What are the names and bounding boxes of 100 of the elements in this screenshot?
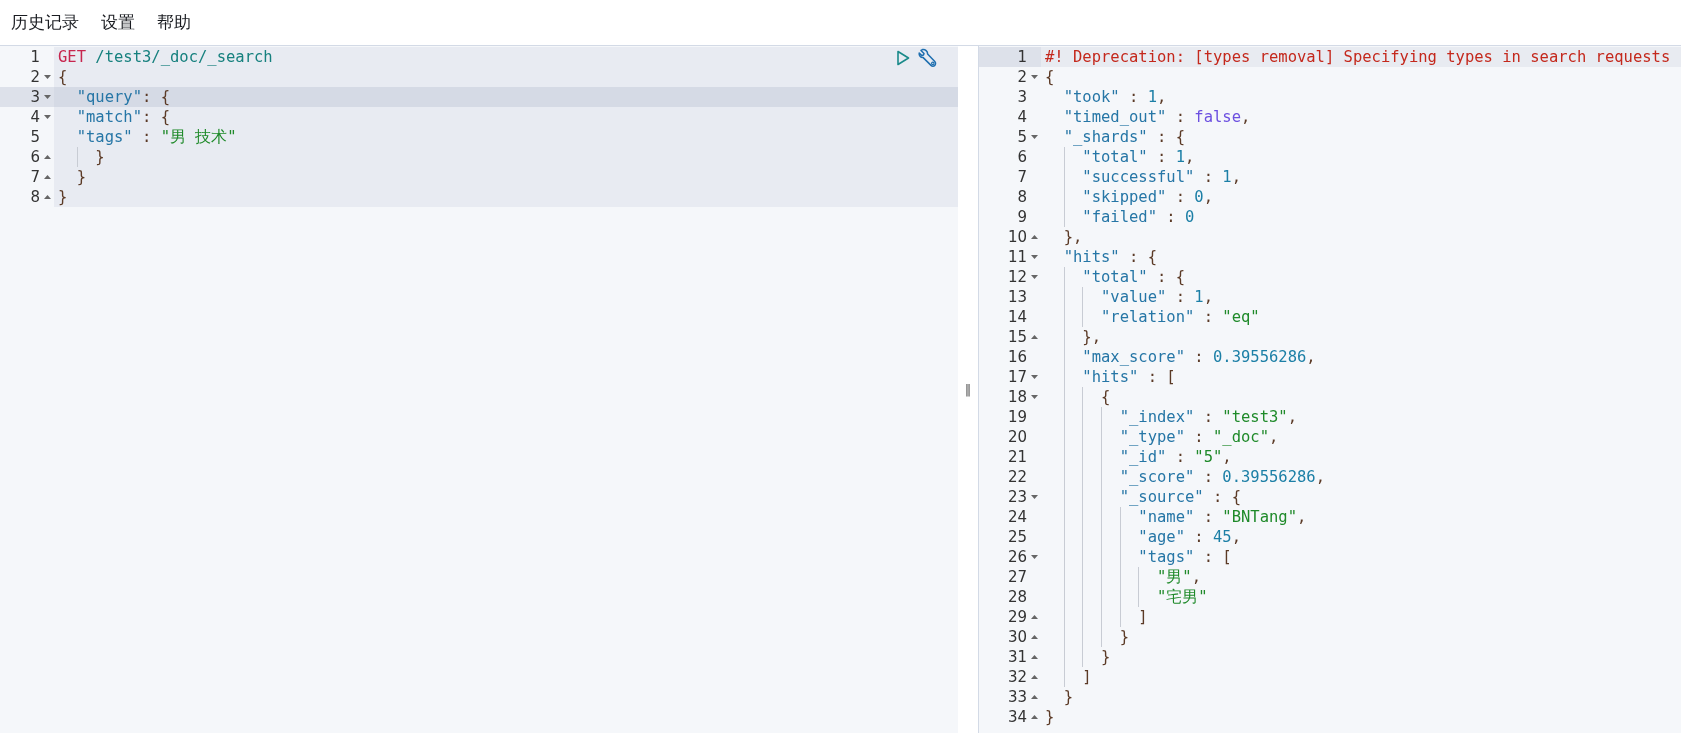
- code-line: },: [1062, 228, 1083, 246]
- code-line: "total" : 1,: [1081, 148, 1195, 166]
- line-number: 1: [30, 47, 40, 67]
- code-line: "_score" : 0.39556286,: [1118, 468, 1325, 486]
- line-number: 7: [30, 167, 40, 187]
- code-line: {: [58, 68, 68, 86]
- code-line: "_type" : "_doc",: [1118, 428, 1279, 446]
- line-number: 9: [1017, 207, 1027, 227]
- line-number: 17: [1007, 367, 1027, 387]
- line-number: 1: [1017, 47, 1027, 67]
- fold-icon[interactable]: [1030, 555, 1038, 559]
- line-number: 25: [1007, 527, 1027, 547]
- line-number: 32: [1007, 667, 1027, 687]
- code-line: "age" : 45,: [1137, 528, 1241, 546]
- line-number: 3: [1017, 87, 1027, 107]
- line-number: 14: [1007, 307, 1027, 327]
- fold-icon[interactable]: [1030, 275, 1038, 279]
- line-number: 13: [1007, 287, 1027, 307]
- code-line: "tags" : [: [1137, 548, 1232, 566]
- fold-icon[interactable]: [43, 155, 51, 159]
- code-line: GET /test3/_doc/_search: [58, 48, 273, 66]
- fold-icon[interactable]: [1030, 675, 1038, 679]
- code-line: }: [58, 188, 68, 206]
- line-number: 18: [1007, 387, 1027, 407]
- wrench-icon[interactable]: [918, 48, 938, 68]
- code-line: }: [1100, 648, 1111, 666]
- code-line: }: [1062, 688, 1073, 706]
- fold-icon[interactable]: [1030, 75, 1038, 79]
- code-line: "value" : 1,: [1100, 288, 1213, 306]
- code-line: "total" : {: [1081, 268, 1185, 286]
- fold-icon[interactable]: [1030, 255, 1038, 259]
- line-number: 11: [1007, 247, 1027, 267]
- code-line: "name" : "BNTang",: [1137, 508, 1307, 526]
- fold-icon[interactable]: [43, 175, 51, 179]
- code-line: "failed" : 0: [1081, 208, 1195, 226]
- code-line: "_id" : "5",: [1118, 448, 1232, 466]
- code-line: "_shards" : {: [1062, 128, 1185, 146]
- line-number: 4: [30, 107, 40, 127]
- code-line: "tags" : "男 技术": [75, 128, 237, 146]
- code-line: "skipped" : 0,: [1081, 188, 1213, 206]
- code-line: {: [1045, 68, 1055, 86]
- line-number: 3: [30, 87, 40, 107]
- code-line: "男",: [1155, 568, 1201, 586]
- fold-icon[interactable]: [1030, 635, 1038, 639]
- code-line: ]: [1081, 668, 1092, 686]
- play-icon[interactable]: [896, 50, 910, 66]
- line-number: 27: [1007, 567, 1027, 587]
- menu-item[interactable]: 设置: [101, 11, 135, 34]
- line-number: 20: [1007, 427, 1027, 447]
- fold-icon[interactable]: [1030, 395, 1038, 399]
- code-line: }: [75, 168, 86, 186]
- fold-icon[interactable]: [1030, 235, 1038, 239]
- request-editor[interactable]: 1 GET /test3/_doc/_search 2 { 3 "query": { 4 "match": { 5 "tags" : "男 技术" 6 } 7 } 8 }: [0, 46, 958, 733]
- code-line: "max_score" : 0.39556286,: [1081, 348, 1316, 366]
- line-number: 33: [1007, 687, 1027, 707]
- code-line: }: [94, 148, 105, 166]
- menu-item[interactable]: 历史记录: [11, 11, 79, 34]
- line-number: 22: [1007, 467, 1027, 487]
- code-line: "match": {: [75, 108, 170, 126]
- code-line: "_source" : {: [1118, 488, 1241, 506]
- code-line: "_index" : "test3",: [1118, 408, 1297, 426]
- line-number: 21: [1007, 447, 1027, 467]
- fold-icon[interactable]: [1030, 335, 1038, 339]
- line-number: 2: [1017, 67, 1027, 87]
- line-number: 16: [1007, 347, 1027, 367]
- code-line: }: [1118, 628, 1129, 646]
- line-number: 19: [1007, 407, 1027, 427]
- code-line: "hits" : {: [1062, 248, 1157, 266]
- line-number: 5: [30, 127, 40, 147]
- fold-icon[interactable]: [43, 195, 51, 199]
- fold-icon[interactable]: [1030, 495, 1038, 499]
- resize-handle[interactable]: ‖: [964, 382, 972, 397]
- line-number: 6: [1017, 147, 1027, 167]
- line-number: 31: [1007, 647, 1027, 667]
- fold-icon[interactable]: [43, 95, 51, 99]
- code-line: "successful" : 1,: [1081, 168, 1241, 186]
- fold-icon[interactable]: [43, 75, 51, 79]
- fold-icon[interactable]: [1030, 655, 1038, 659]
- fold-icon[interactable]: [43, 115, 51, 119]
- code-line: "宅男": [1155, 588, 1208, 606]
- code-line: },: [1081, 328, 1101, 346]
- fold-icon[interactable]: [1030, 695, 1038, 699]
- line-number: 5: [1017, 127, 1027, 147]
- line-number: 4: [1017, 107, 1027, 127]
- line-number: 6: [30, 147, 40, 167]
- code-line: "timed_out" : false,: [1062, 108, 1251, 126]
- line-number: 8: [30, 187, 40, 207]
- line-number: 28: [1007, 587, 1027, 607]
- line-number: 26: [1007, 547, 1027, 567]
- code-line: #! Deprecation: [types removal] Specifying types in search requests: [1045, 48, 1671, 66]
- menu-item[interactable]: 帮助: [157, 11, 191, 34]
- line-number: 23: [1007, 487, 1027, 507]
- fold-icon[interactable]: [1030, 135, 1038, 139]
- fold-icon[interactable]: [1030, 375, 1038, 379]
- fold-icon[interactable]: [1030, 615, 1038, 619]
- line-number: 34: [1007, 707, 1027, 727]
- fold-icon[interactable]: [1030, 715, 1038, 719]
- code-line: "took" : 1,: [1062, 88, 1167, 106]
- line-number: 29: [1007, 607, 1027, 627]
- code-line: ]: [1137, 608, 1148, 626]
